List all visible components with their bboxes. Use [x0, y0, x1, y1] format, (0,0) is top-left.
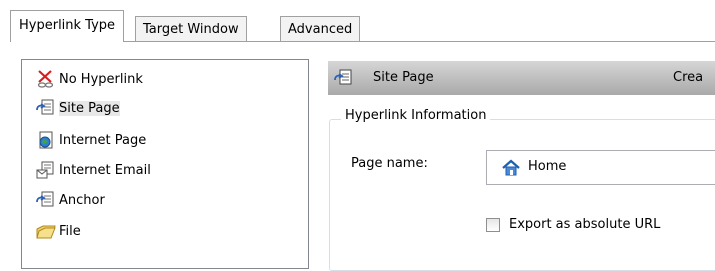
list-item-label: Internet Email [59, 163, 151, 178]
details-panel: Site Page Crea Hyperlink Information Pag… [328, 0, 715, 271]
page-name-label: Page name: [351, 156, 428, 171]
list-item-internet-email[interactable]: Internet Email [36, 157, 151, 185]
export-absolute-url-checkbox[interactable] [486, 218, 500, 232]
panel-header-action[interactable]: Crea [673, 61, 703, 95]
list-item-no-hyperlink[interactable]: No Hyperlink [36, 66, 143, 94]
link-type-list[interactable]: No Hyperlink Site Page Internet Page Int… [21, 59, 309, 269]
internet-email-icon [36, 160, 56, 180]
tab-hyperlink-type[interactable]: Hyperlink Type [10, 10, 125, 42]
group-legend: Hyperlink Information [341, 108, 491, 123]
list-item-file[interactable]: File [36, 218, 81, 246]
no-hyperlink-icon [36, 69, 56, 89]
home-icon [501, 158, 521, 178]
hyperlink-information-group [329, 119, 715, 271]
anchor-icon [36, 190, 56, 210]
site-page-icon [36, 98, 56, 118]
page-name-field[interactable]: Home [486, 150, 715, 185]
tab-target-window[interactable]: Target Window [135, 16, 247, 41]
list-item-internet-page[interactable]: Internet Page [36, 127, 146, 155]
file-icon [36, 221, 56, 241]
internet-page-icon [36, 130, 56, 150]
panel-header-title: Site Page [373, 70, 434, 85]
list-item-label: Anchor [59, 193, 105, 208]
list-item-anchor[interactable]: Anchor [36, 187, 105, 215]
page-name-value: Home [528, 159, 567, 174]
export-absolute-url-label[interactable]: Export as absolute URL [509, 217, 660, 232]
list-item-site-page[interactable]: Site Page [36, 95, 120, 123]
list-item-label: Internet Page [59, 133, 147, 148]
list-item-label: No Hyperlink [59, 72, 143, 87]
list-item-label: Site Page [59, 101, 120, 116]
site-page-icon [334, 68, 354, 88]
list-item-label: File [59, 224, 81, 239]
panel-header: Site Page Crea [328, 61, 715, 95]
